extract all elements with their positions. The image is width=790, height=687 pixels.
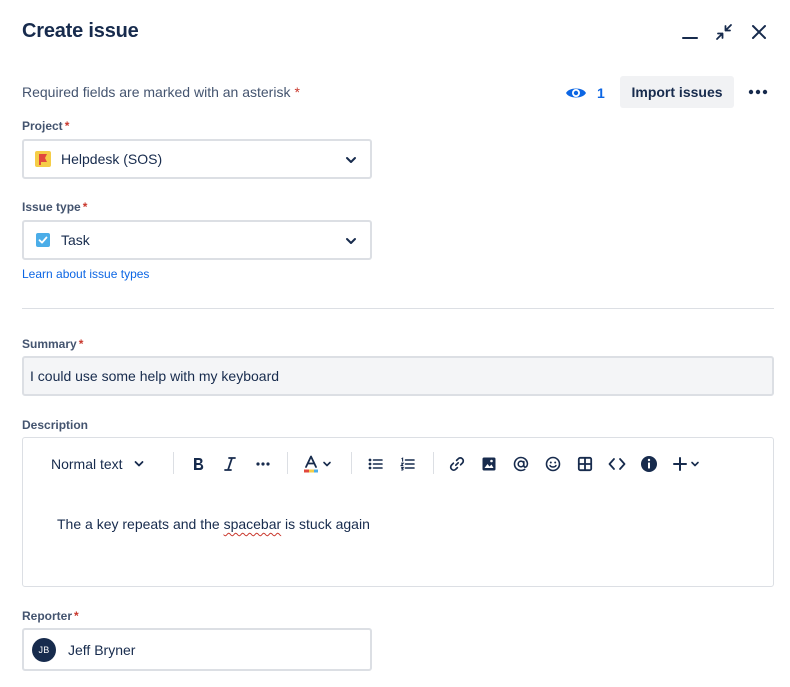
description-label: Description: [22, 418, 88, 432]
reporter-name: Jeff Bryner: [68, 641, 136, 658]
text-color-icon: [304, 455, 318, 473]
info-icon: [641, 456, 657, 472]
description-editor[interactable]: Normal text The a key repeats and the sp…: [22, 437, 774, 587]
project-label-text: Project: [22, 119, 63, 133]
more-actions-button[interactable]: [744, 80, 772, 104]
required-asterisk: *: [74, 609, 79, 623]
description-body[interactable]: The a key repeats and the spacebar is st…: [57, 516, 370, 532]
emoji-icon: [545, 456, 561, 472]
avatar: JB: [32, 637, 56, 662]
reporter-select[interactable]: JB Jeff Bryner: [22, 628, 372, 671]
minimize-icon: [682, 37, 698, 39]
task-icon: [35, 232, 51, 248]
chevron-down-icon: [323, 461, 331, 467]
link-button[interactable]: [448, 452, 466, 476]
mention-button[interactable]: [512, 452, 530, 476]
link-icon: [449, 457, 465, 471]
insert-more-button[interactable]: [673, 452, 700, 476]
required-asterisk: *: [78, 337, 84, 351]
eye-icon: [566, 88, 586, 98]
more-formatting-button[interactable]: [253, 452, 273, 476]
watch-button[interactable]: 1: [565, 82, 605, 104]
numbered-list-button[interactable]: [399, 452, 417, 476]
description-text-end: is stuck again: [281, 516, 370, 532]
code-block-button[interactable]: [608, 452, 626, 476]
minimize-button[interactable]: [678, 20, 702, 44]
bold-button[interactable]: [189, 452, 207, 476]
bullet-list-button[interactable]: [367, 452, 385, 476]
required-asterisk: *: [294, 84, 300, 100]
italic-icon: [224, 457, 236, 471]
summary-label: Summary *: [22, 337, 83, 351]
toolbar-divider: [351, 452, 352, 474]
issue-type-value: Task: [61, 232, 90, 248]
chevron-down-icon: [346, 238, 356, 244]
required-fields-note: Required fields are marked with an aster…: [22, 84, 300, 100]
misspelled-word: spacebar: [223, 516, 282, 532]
reporter-label: Reporter *: [22, 609, 79, 623]
chevron-down-icon: [691, 461, 699, 467]
summary-label-text: Summary: [22, 337, 77, 351]
mention-icon: [513, 456, 529, 472]
toolbar-divider: [173, 452, 174, 474]
bullet-list-icon: [368, 458, 383, 470]
info-panel-button[interactable]: [640, 452, 658, 476]
table-button[interactable]: [576, 452, 594, 476]
summary-input[interactable]: I could use some help with my keyboard: [22, 356, 774, 396]
required-asterisk: *: [64, 119, 70, 133]
close-icon: [752, 25, 766, 39]
toolbar-divider: [287, 452, 288, 474]
more-icon: [256, 462, 270, 466]
more-icon: [748, 89, 768, 95]
issue-type-label: Issue type *: [22, 200, 87, 214]
text-color-button[interactable]: [303, 452, 332, 476]
emoji-button[interactable]: [544, 452, 562, 476]
numbered-list-icon: [400, 457, 415, 471]
dialog-title: Create issue: [22, 20, 139, 42]
watchers-count: 1: [597, 85, 605, 101]
collapse-button[interactable]: [712, 20, 736, 44]
project-label: Project *: [22, 119, 69, 133]
chevron-down-icon: [346, 157, 356, 163]
close-button[interactable]: [747, 20, 771, 44]
import-issues-button[interactable]: Import issues: [620, 76, 734, 108]
text-style-dropdown[interactable]: Normal text: [51, 452, 145, 476]
issue-type-select[interactable]: Task: [22, 220, 372, 260]
learn-issue-types-link[interactable]: Learn about issue types: [22, 267, 149, 281]
project-avatar-icon: [35, 151, 51, 167]
reporter-label-text: Reporter: [22, 609, 73, 623]
toolbar-divider: [433, 452, 434, 474]
collapse-icon: [716, 24, 732, 40]
image-button[interactable]: [480, 452, 498, 476]
chevron-down-icon: [134, 461, 143, 467]
description-label-text: Description: [22, 418, 89, 432]
italic-button[interactable]: [221, 452, 239, 476]
plus-icon: [673, 457, 687, 471]
summary-value: I could use some help with my keyboard: [30, 368, 280, 384]
table-icon: [577, 456, 593, 472]
description-text-start: The a key repeats and the: [57, 516, 224, 532]
required-note-text: Required fields are marked with an aster…: [22, 84, 291, 100]
required-asterisk: *: [82, 200, 88, 214]
text-style-label: Normal text: [51, 456, 123, 472]
image-icon: [482, 457, 496, 471]
project-value: Helpdesk (SOS): [61, 151, 163, 167]
project-select[interactable]: Helpdesk (SOS): [22, 139, 372, 179]
bold-icon: [194, 458, 204, 470]
issue-type-label-text: Issue type: [22, 200, 81, 214]
code-icon: [608, 458, 626, 470]
section-divider: [22, 308, 774, 309]
